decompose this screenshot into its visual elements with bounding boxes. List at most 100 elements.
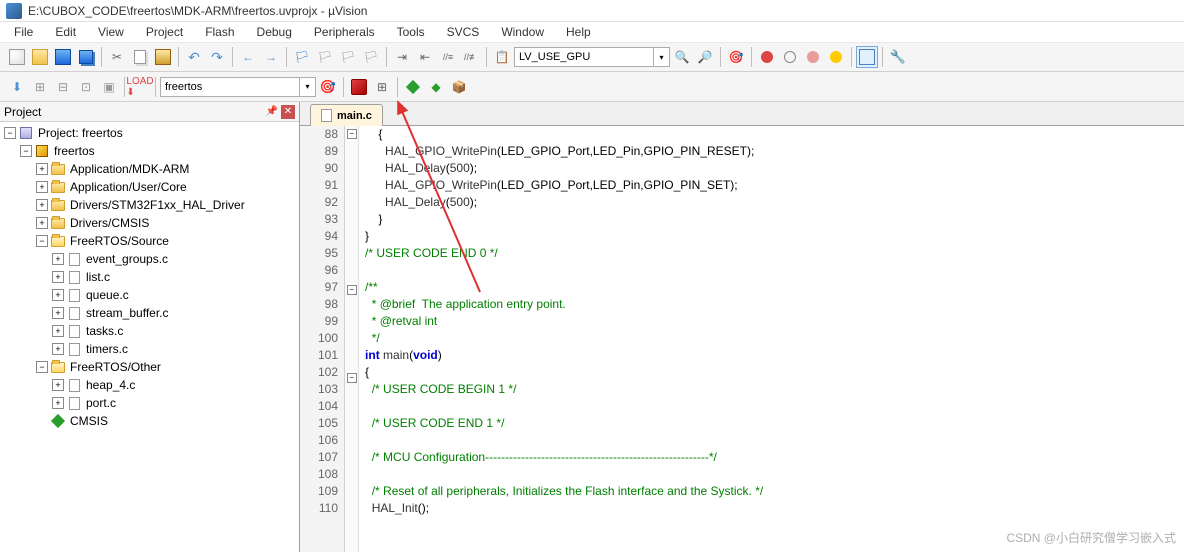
target-select[interactable]: freertos xyxy=(160,77,300,97)
bookmark-button[interactable]: 🏳 xyxy=(291,46,313,68)
menu-tools[interactable]: Tools xyxy=(387,23,435,41)
tree-group-cmsis[interactable]: CMSIS xyxy=(0,412,299,430)
tree-file-list-c[interactable]: +list.c xyxy=(0,268,299,286)
incremental-find-button[interactable]: 🔎 xyxy=(694,46,716,68)
nav-back-button[interactable]: ← xyxy=(237,46,259,68)
menu-flash[interactable]: Flash xyxy=(195,23,244,41)
undo-button[interactable]: ↶ xyxy=(183,46,205,68)
expand-toggle[interactable]: + xyxy=(36,163,48,175)
batch-build-button[interactable]: ⊡ xyxy=(75,76,97,98)
fold-gutter[interactable]: − − − xyxy=(345,126,359,552)
download-button[interactable]: LOAD⬇ xyxy=(129,76,151,98)
save-all-button[interactable] xyxy=(75,46,97,68)
expand-toggle[interactable]: − xyxy=(36,235,48,247)
translate-button[interactable]: ⬇ xyxy=(6,76,28,98)
menu-file[interactable]: File xyxy=(4,23,43,41)
expand-toggle[interactable]: − xyxy=(4,127,16,139)
tree-group-drivers-stm32f1xx_hal_driver[interactable]: +Drivers/STM32F1xx_HAL_Driver xyxy=(0,196,299,214)
expand-toggle[interactable]: + xyxy=(36,199,48,211)
debug-button[interactable]: 🎯 xyxy=(725,46,747,68)
redo-button[interactable]: ↷ xyxy=(206,46,228,68)
bookmark-next-button[interactable]: 🏳 xyxy=(337,46,359,68)
menu-project[interactable]: Project xyxy=(136,23,193,41)
copy-button[interactable] xyxy=(129,46,151,68)
nav-forward-button[interactable]: → xyxy=(260,46,282,68)
outdent-button[interactable]: ⇤ xyxy=(414,46,436,68)
find-dropdown-button[interactable]: ▾ xyxy=(654,47,670,67)
paste-button[interactable] xyxy=(152,46,174,68)
expand-toggle[interactable]: + xyxy=(52,253,64,265)
project-tree[interactable]: −Project: freertos−freertos+Application/… xyxy=(0,122,299,552)
menu-help[interactable]: Help xyxy=(556,23,601,41)
manage-project-button[interactable] xyxy=(348,76,370,98)
panel-close-button[interactable]: ✕ xyxy=(281,105,295,119)
cut-button[interactable]: ✂ xyxy=(106,46,128,68)
expand-toggle[interactable]: + xyxy=(52,289,64,301)
expand-toggle[interactable]: − xyxy=(20,145,32,157)
tree-file-timers-c[interactable]: +timers.c xyxy=(0,340,299,358)
expand-toggle[interactable]: + xyxy=(52,325,64,337)
open-file-button[interactable] xyxy=(29,46,51,68)
find-in-files-button[interactable]: 📋 xyxy=(491,46,513,68)
indent-button[interactable]: ⇥ xyxy=(391,46,413,68)
code-content[interactable]: { HAL_GPIO_WritePin(LED_GPIO_Port,LED_Pi… xyxy=(359,126,1184,552)
configure-button[interactable]: 🔧 xyxy=(887,46,909,68)
save-button[interactable] xyxy=(52,46,74,68)
menu-edit[interactable]: Edit xyxy=(45,23,86,41)
breakpoint-insert-button[interactable] xyxy=(756,46,778,68)
stop-build-button[interactable]: ▣ xyxy=(98,76,120,98)
breakpoint-kill-button[interactable] xyxy=(825,46,847,68)
menu-svcs[interactable]: SVCS xyxy=(437,23,490,41)
comment-button[interactable]: //≡ xyxy=(437,46,459,68)
expand-toggle[interactable]: + xyxy=(52,379,64,391)
tree-group-freertos-source[interactable]: −FreeRTOS/Source xyxy=(0,232,299,250)
tree-file-heap_4-c[interactable]: +heap_4.c xyxy=(0,376,299,394)
tree-target[interactable]: −freertos xyxy=(0,142,299,160)
target-options-button[interactable]: 🎯 xyxy=(317,76,339,98)
tree-file-stream_buffer-c[interactable]: +stream_buffer.c xyxy=(0,304,299,322)
tree-file-event_groups-c[interactable]: +event_groups.c xyxy=(0,250,299,268)
new-file-button[interactable] xyxy=(6,46,28,68)
tree-file-queue-c[interactable]: +queue.c xyxy=(0,286,299,304)
rebuild-button[interactable]: ⊟ xyxy=(52,76,74,98)
tree-file-tasks-c[interactable]: +tasks.c xyxy=(0,322,299,340)
tree-project-root[interactable]: −Project: freertos xyxy=(0,124,299,142)
expand-toggle[interactable]: − xyxy=(36,361,48,373)
bookmark-prev-button[interactable]: 🏳 xyxy=(314,46,336,68)
editor-tab-main-c[interactable]: main.c xyxy=(310,104,383,126)
tree-group-freertos-other[interactable]: −FreeRTOS/Other xyxy=(0,358,299,376)
target-dropdown-button[interactable]: ▾ xyxy=(300,77,316,97)
menu-view[interactable]: View xyxy=(88,23,134,41)
expand-toggle[interactable]: + xyxy=(36,181,48,193)
separator xyxy=(124,77,125,97)
uncomment-button[interactable]: //≢ xyxy=(460,46,482,68)
menu-window[interactable]: Window xyxy=(491,23,554,41)
panel-pin-button[interactable]: 📌 xyxy=(265,105,279,119)
select-packs-button[interactable]: ◆ xyxy=(425,76,447,98)
window-button[interactable] xyxy=(856,46,878,68)
expand-toggle[interactable]: + xyxy=(52,343,64,355)
fold-toggle[interactable]: − xyxy=(347,373,357,383)
expand-toggle[interactable]: + xyxy=(52,307,64,319)
pack-installer-button[interactable]: 📦 xyxy=(448,76,470,98)
tree-file-port-c[interactable]: +port.c xyxy=(0,394,299,412)
manage-rte-button[interactable] xyxy=(402,76,424,98)
tree-group-drivers-cmsis[interactable]: +Drivers/CMSIS xyxy=(0,214,299,232)
tree-group-application-user-core[interactable]: +Application/User/Core xyxy=(0,178,299,196)
breakpoint-enable-button[interactable] xyxy=(779,46,801,68)
menu-debug[interactable]: Debug xyxy=(247,23,302,41)
fold-toggle[interactable]: − xyxy=(347,285,357,295)
menu-peripherals[interactable]: Peripherals xyxy=(304,23,385,41)
file-extensions-button[interactable]: ⊞ xyxy=(371,76,393,98)
fold-toggle[interactable]: − xyxy=(347,129,357,139)
build-button[interactable]: ⊞ xyxy=(29,76,51,98)
expand-toggle[interactable]: + xyxy=(36,217,48,229)
tree-group-application-mdk-arm[interactable]: +Application/MDK-ARM xyxy=(0,160,299,178)
find-input[interactable]: LV_USE_GPU xyxy=(514,47,654,67)
bookmark-clear-button[interactable]: 🏳 xyxy=(360,46,382,68)
expand-toggle[interactable]: + xyxy=(52,271,64,283)
expand-toggle[interactable]: + xyxy=(52,397,64,409)
find-button[interactable]: 🔍 xyxy=(671,46,693,68)
code-editor[interactable]: 8889909192939495969798991001011021031041… xyxy=(300,126,1184,552)
breakpoint-disable-button[interactable] xyxy=(802,46,824,68)
